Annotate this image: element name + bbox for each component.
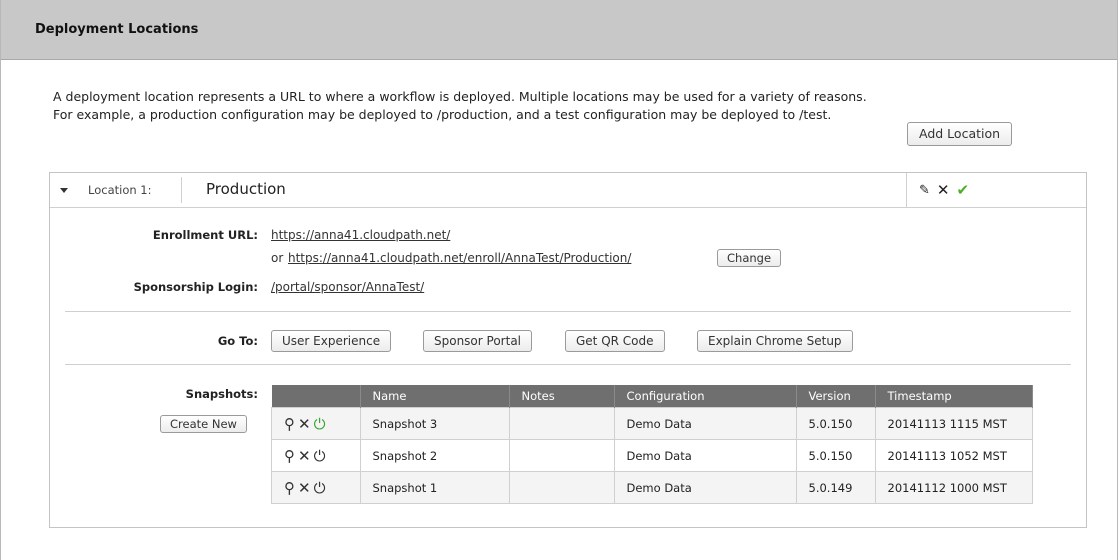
power-icon[interactable]: ⏻ [314, 479, 326, 497]
description-text: A deployment location represents a URL t… [53, 89, 867, 122]
delete-icon[interactable]: ✕ [298, 479, 311, 497]
view-icon[interactable]: ⚲ [284, 415, 295, 433]
delete-icon[interactable]: ✕ [937, 182, 950, 198]
snapshots-label: Snapshots: [185, 387, 258, 401]
collapse-caret-icon[interactable] [60, 188, 68, 193]
column-header: Configuration [614, 385, 797, 408]
divider [65, 311, 1071, 312]
table-row: ⚲ ✕ ⏻ Snapshot 1 Demo Data 5.0.149 2014111… [271, 471, 1033, 504]
divider [65, 364, 1071, 365]
row-actions: ⚲ ✕ ⏻ [271, 407, 361, 440]
snapshot-version: 5.0.150 [795, 439, 876, 472]
column-header: Timestamp [875, 385, 1033, 408]
snapshot-notes [508, 407, 615, 440]
snapshot-timestamp: 20141113 1052 MST [874, 439, 1033, 472]
snapshot-notes [508, 471, 615, 504]
snapshot-name: Snapshot 1 [359, 471, 510, 504]
divider [181, 177, 182, 203]
column-header [271, 385, 361, 408]
get-qr-code-button[interactable]: Get QR Code [565, 330, 665, 352]
sponsorship-login-link[interactable]: /portal/sponsor/AnnaTest/ [271, 280, 424, 294]
enrollment-url-label: Enrollment URL: [152, 228, 258, 242]
delete-icon[interactable]: ✕ [298, 447, 311, 465]
enrollment-url-alt-link[interactable]: https://anna41.cloudpath.net/enroll/Anna… [288, 251, 631, 265]
create-new-button[interactable]: Create New [160, 415, 247, 433]
enrollment-or-text: or [271, 251, 284, 265]
snapshot-configuration: Demo Data [613, 407, 797, 440]
view-icon[interactable]: ⚲ [284, 447, 295, 465]
check-icon[interactable]: ✔ [956, 182, 969, 198]
table-row: ⚲ ✕ ⏻ Snapshot 2 Demo Data 5.0.150 2014111… [271, 439, 1033, 472]
table-header-row: Name Notes Configuration Version Timesta… [271, 385, 1033, 408]
table-row: ⚲ ✕ ⏻ Snapshot 3 Demo Data 5.0.150 2014111… [271, 407, 1033, 440]
location-label: Location 1: [88, 183, 152, 197]
enrollment-url-link[interactable]: https://anna41.cloudpath.net/ [271, 228, 450, 242]
panel-header: Deployment Locations [1, 0, 1117, 60]
change-button[interactable]: Change [717, 249, 782, 267]
sponsorship-login-label: Sponsorship Login: [133, 280, 258, 294]
snapshot-version: 5.0.150 [795, 407, 876, 440]
snapshot-configuration: Demo Data [613, 471, 797, 504]
goto-label: Go To: [217, 334, 258, 348]
snapshot-version: 5.0.149 [795, 471, 876, 504]
edit-icon[interactable]: ✎ [919, 183, 930, 198]
power-icon[interactable]: ⏻ [314, 447, 326, 465]
snapshot-name: Snapshot 2 [359, 439, 510, 472]
snapshots-table: Name Notes Configuration Version Timesta… [271, 385, 1033, 504]
sponsor-portal-button[interactable]: Sponsor Portal [423, 330, 532, 352]
view-icon[interactable]: ⚲ [284, 479, 295, 497]
user-experience-button[interactable]: User Experience [271, 330, 392, 352]
snapshot-name: Snapshot 3 [359, 407, 510, 440]
snapshot-timestamp: 20141113 1115 MST [874, 407, 1033, 440]
explain-chrome-setup-button[interactable]: Explain Chrome Setup [697, 330, 853, 352]
page-title: Deployment Locations [35, 22, 199, 37]
delete-icon[interactable]: ✕ [298, 415, 311, 433]
column-header: Version [796, 385, 876, 408]
column-header: Name [360, 385, 510, 408]
add-location-button[interactable]: Add Location [907, 122, 1013, 146]
row-actions: ⚲ ✕ ⏻ [271, 439, 361, 472]
location-name: Production [206, 180, 286, 198]
snapshot-timestamp: 20141112 1000 MST [874, 471, 1033, 504]
snapshot-configuration: Demo Data [613, 439, 797, 472]
location-actions: ✎ ✕ ✔ [906, 173, 969, 207]
power-active-icon[interactable]: ⏻ [314, 415, 326, 433]
snapshot-notes [508, 439, 615, 472]
location-header: Location 1: Production ✎ ✕ ✔ [50, 173, 1086, 208]
row-actions: ⚲ ✕ ⏻ [271, 471, 361, 504]
location-card: Location 1: Production ✎ ✕ ✔ Enrollment … [49, 172, 1087, 528]
column-header: Notes [509, 385, 615, 408]
deployment-locations-panel: Deployment Locations A deployment locati… [0, 0, 1118, 560]
